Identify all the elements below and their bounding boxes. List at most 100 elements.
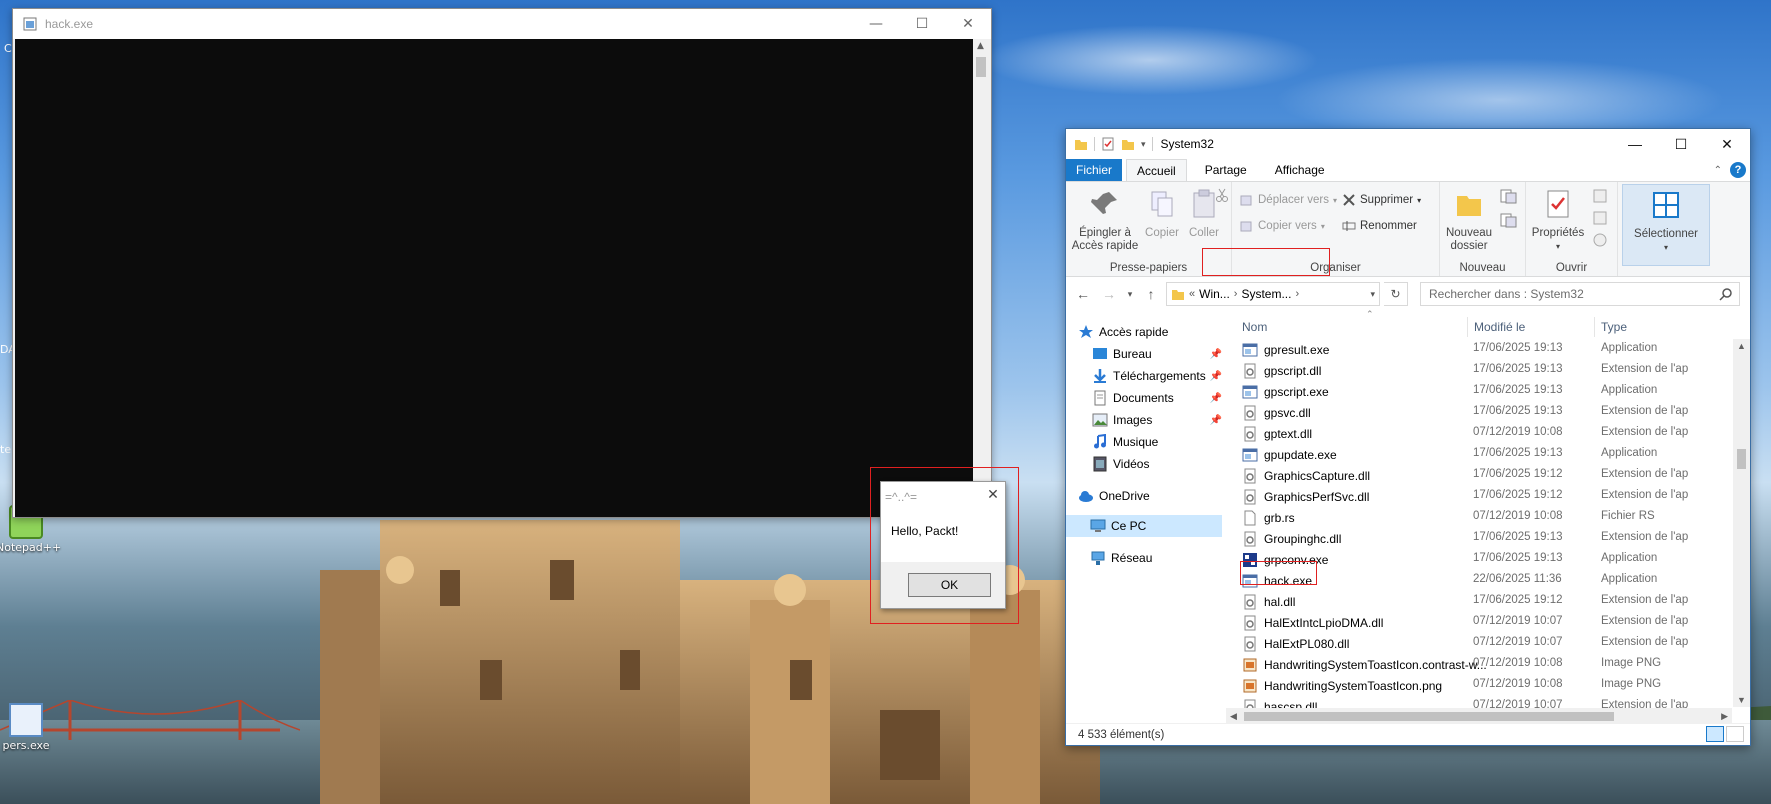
copy-button[interactable]: Copier xyxy=(1142,188,1182,240)
breadcrumb-system32[interactable]: System... xyxy=(1241,287,1291,301)
file-name-cell: HalExtPL080.dll xyxy=(1242,636,1349,652)
nav-item-documents[interactable]: Documents 📌 xyxy=(1092,387,1222,409)
file-type: Fichier RS xyxy=(1601,510,1655,522)
close-button[interactable]: ✕ xyxy=(1704,129,1750,159)
file-name: HandwritingSystemToastIcon.contrast-w... xyxy=(1264,658,1487,672)
history-icon[interactable] xyxy=(1592,232,1608,248)
delete-button[interactable]: Supprimer ▾ xyxy=(1342,190,1421,210)
maximize-button[interactable]: ☐ xyxy=(1658,129,1704,159)
column-header-modified[interactable]: Modifié le xyxy=(1468,315,1593,339)
messagebox-close-button[interactable]: ✕ xyxy=(985,487,1001,505)
computer-icon xyxy=(1090,519,1106,532)
table-row[interactable]: Groupinghc.dll 17/06/2025 19:13 Extension … xyxy=(1226,528,1732,549)
table-row[interactable]: HandwritingSystemToastIcon.contrast-w...… xyxy=(1226,654,1732,675)
table-row[interactable]: gptext.dll 07/12/2019 10:08 Extension de l… xyxy=(1226,423,1732,444)
rename-button[interactable]: Renommer xyxy=(1342,216,1417,236)
minimize-button[interactable]: — xyxy=(1612,129,1658,159)
scroll-up-arrow-icon[interactable]: ▲ xyxy=(1737,341,1746,351)
up-arrow-icon[interactable]: ↑ xyxy=(1140,283,1162,305)
table-row[interactable]: HalExtPL080.dll 07/12/2019 10:07 Extension… xyxy=(1226,633,1732,654)
column-header-type[interactable]: Type xyxy=(1595,315,1725,339)
chevron-right-icon[interactable]: › xyxy=(1234,288,1238,300)
properties-button[interactable]: Propriétés ▾ xyxy=(1530,188,1586,253)
breadcrumb-windows[interactable]: Win... xyxy=(1199,287,1230,301)
nav-item-images[interactable]: Images 📌 xyxy=(1092,409,1222,431)
chevron-right-icon[interactable]: › xyxy=(1295,288,1299,300)
table-row[interactable]: GraphicsPerfSvc.dll 17/06/2025 19:12 Exten… xyxy=(1226,486,1732,507)
nav-network[interactable]: Réseau xyxy=(1090,547,1220,569)
easy-access-icon[interactable] xyxy=(1500,212,1518,228)
new-item-icon[interactable] xyxy=(1500,188,1518,204)
file-name-cell: HalExtIntcLpioDMA.dll xyxy=(1242,615,1383,631)
edit-icon[interactable] xyxy=(1592,210,1608,226)
tiles-view-icon[interactable] xyxy=(1726,726,1744,742)
table-row[interactable]: gpscript.dll 17/06/2025 19:13 Extension de… xyxy=(1226,360,1732,381)
search-placeholder: Rechercher dans : System32 xyxy=(1429,287,1584,301)
message-box[interactable]: =^..^= ✕ Hello, Packt! OK xyxy=(880,481,1006,609)
nav-quick-access[interactable]: Accès rapide xyxy=(1078,321,1218,343)
nav-item-videos[interactable]: Vidéos xyxy=(1092,453,1222,475)
console-scrollbar[interactable]: ▲ xyxy=(973,39,989,517)
column-header-name[interactable]: Nom xyxy=(1236,315,1466,339)
ok-button[interactable]: OK xyxy=(908,573,991,597)
close-button[interactable]: ✕ xyxy=(945,9,991,39)
nav-item-telechargements[interactable]: Téléchargements 📌 xyxy=(1092,365,1222,387)
maximize-button[interactable]: ☐ xyxy=(899,9,945,39)
move-to-button[interactable]: Déplacer vers ▾ xyxy=(1240,190,1337,210)
nav-item-bureau[interactable]: Bureau 📌 xyxy=(1092,343,1222,365)
scroll-right-arrow-icon[interactable]: ▶ xyxy=(1721,711,1728,722)
address-field[interactable]: « Win... › System... › ▾ xyxy=(1166,282,1380,306)
properties-qat-icon[interactable] xyxy=(1101,137,1115,151)
new-folder-qat-icon[interactable] xyxy=(1121,137,1135,151)
scroll-down-arrow-icon[interactable]: ▼ xyxy=(1737,695,1746,705)
console-window[interactable]: hack.exe — ☐ ✕ ▲ xyxy=(12,8,992,518)
table-row[interactable]: gpsvc.dll 17/06/2025 19:13 Extension de l'… xyxy=(1226,402,1732,423)
console-output-area[interactable] xyxy=(15,39,973,517)
table-row[interactable]: hal.dll 17/06/2025 19:12 Extension de l'ap xyxy=(1226,591,1732,612)
table-row[interactable]: gpscript.exe 17/06/2025 19:13 Application xyxy=(1226,381,1732,402)
recent-locations-icon[interactable]: ▾ xyxy=(1124,283,1136,305)
new-folder-button[interactable]: Nouveau dossier xyxy=(1444,188,1494,253)
table-row[interactable]: grb.rs 07/12/2019 10:08 Fichier RS xyxy=(1226,507,1732,528)
table-row[interactable]: gpresult.exe 17/06/2025 19:13 Application xyxy=(1226,339,1732,360)
scrollbar-thumb[interactable] xyxy=(1737,449,1746,469)
pin-quick-access-button[interactable]: Épingler à Accès rapide xyxy=(1070,188,1140,253)
search-input[interactable]: Rechercher dans : System32 xyxy=(1420,282,1740,306)
scroll-up-arrow-icon[interactable]: ▲ xyxy=(977,41,984,51)
file-explorer-window[interactable]: ▾ System32 — ☐ ✕ Fichier Accueil Partage… xyxy=(1065,128,1751,746)
nav-this-pc[interactable]: Ce PC xyxy=(1066,515,1222,537)
vertical-scrollbar[interactable]: ▲ ▼ xyxy=(1733,339,1750,707)
desktop-icon-pers-exe[interactable]: pers.exe xyxy=(0,703,56,752)
open-icon[interactable] xyxy=(1592,188,1608,204)
cut-icon[interactable] xyxy=(1215,188,1229,202)
file-name: GraphicsPerfSvc.dll xyxy=(1264,490,1370,504)
forward-arrow-icon[interactable]: → xyxy=(1098,283,1120,305)
refresh-button[interactable]: ↻ xyxy=(1384,282,1408,306)
details-view-icon[interactable] xyxy=(1706,726,1724,742)
ribbon-expand-icon[interactable]: ⌃ xyxy=(1714,165,1722,176)
scroll-left-arrow-icon[interactable]: ◀ xyxy=(1230,711,1237,722)
file-type: Image PNG xyxy=(1601,678,1662,690)
tab-fichier[interactable]: Fichier xyxy=(1066,159,1123,181)
tab-affichage[interactable]: Affichage xyxy=(1265,159,1335,181)
copy-icon xyxy=(1151,191,1173,217)
nav-onedrive[interactable]: OneDrive xyxy=(1078,485,1218,507)
scrollbar-thumb[interactable] xyxy=(976,57,986,77)
tab-partage[interactable]: Partage xyxy=(1195,159,1257,181)
copy-to-button[interactable]: Copier vers ▾ xyxy=(1240,216,1325,236)
address-dropdown-icon[interactable]: ▾ xyxy=(1370,289,1375,300)
table-row[interactable]: HalExtIntcLpioDMA.dll 07/12/2019 10:07 Ext… xyxy=(1226,612,1732,633)
qat-dropdown-icon[interactable]: ▾ xyxy=(1141,139,1146,150)
scrollbar-thumb[interactable] xyxy=(1244,712,1614,721)
console-titlebar[interactable]: hack.exe xyxy=(13,9,991,39)
table-row[interactable]: HandwritingSystemToastIcon.png 07/12/2019… xyxy=(1226,675,1732,696)
select-button[interactable]: Sélectionner ▾ xyxy=(1622,184,1710,266)
table-row[interactable]: GraphicsCapture.dll 17/06/2025 19:12 Exten… xyxy=(1226,465,1732,486)
back-arrow-icon[interactable]: ← xyxy=(1072,283,1094,305)
nav-item-musique[interactable]: Musique xyxy=(1092,431,1222,453)
minimize-button[interactable]: — xyxy=(853,9,899,39)
table-row[interactable]: gpupdate.exe 17/06/2025 19:13 Application xyxy=(1226,444,1732,465)
help-button[interactable]: ? xyxy=(1730,162,1746,178)
tab-accueil[interactable]: Accueil xyxy=(1126,159,1187,181)
file-name-cell: Groupinghc.dll xyxy=(1242,531,1341,547)
